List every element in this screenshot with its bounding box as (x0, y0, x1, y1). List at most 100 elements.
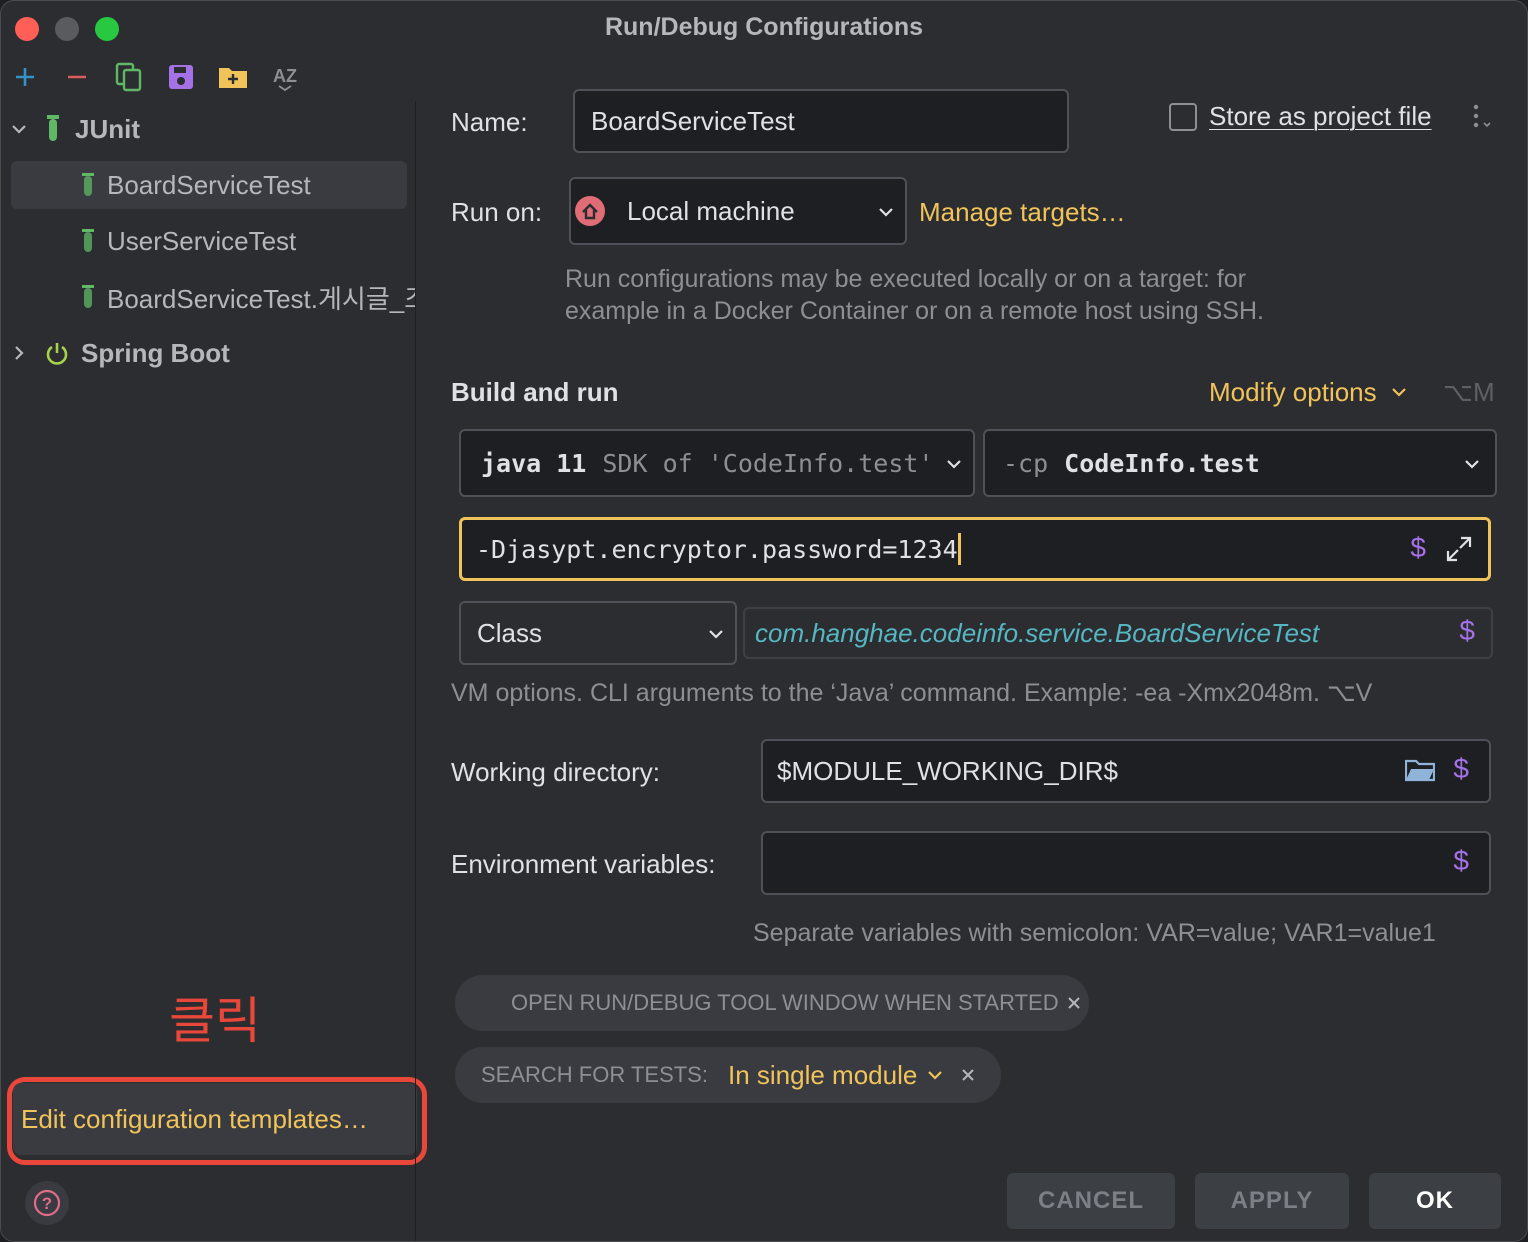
insert-macro-icon[interactable]: $ (1453, 753, 1469, 785)
remove-option-icon[interactable] (1067, 996, 1081, 1010)
text-cursor (957, 533, 961, 565)
chevron-down-icon (945, 455, 963, 473)
name-input[interactable]: BoardServiceTest (573, 89, 1069, 153)
configuration-tree: JUnit BoardServiceTest UserServiceTest B… (1, 101, 427, 1241)
insert-macro-icon[interactable]: $ (1410, 532, 1426, 564)
classpath-module-value: CodeInfo.test (1064, 448, 1260, 478)
config-toolbar: AZ (1, 57, 415, 101)
run-debug-dialog: Run/Debug Configurations AZ JUnit BoardS… (0, 0, 1528, 1242)
chip-label: OPEN RUN/DEBUG TOOL WINDOW WHEN STARTED (511, 990, 1059, 1015)
new-folder-button[interactable] (215, 59, 251, 95)
tree-item-userservicetest[interactable]: UserServiceTest (1, 217, 415, 265)
new-folder-icon (219, 68, 247, 88)
test-kind-value: Class (477, 617, 543, 648)
add-configuration-button[interactable] (7, 59, 43, 95)
vm-options-input[interactable]: -Djasypt.encryptor.password=1234 $ (459, 517, 1491, 581)
environment-variables-label: Environment variables: (451, 849, 716, 879)
title-bar: Run/Debug Configurations (1, 1, 1527, 57)
chevron-right-icon[interactable] (9, 343, 29, 363)
vm-options-value: -Djasypt.encryptor.password=1234 (476, 534, 958, 564)
vm-options-hint: VM options. CLI arguments to the ‘Java’ … (451, 679, 1373, 707)
folder-icon[interactable] (1405, 757, 1435, 783)
environment-variables-input[interactable]: $ (761, 831, 1491, 895)
manage-targets-link[interactable]: Manage targets… (919, 197, 1126, 228)
remove-option-icon[interactable] (961, 1068, 975, 1082)
cancel-button[interactable]: CANCEL (1007, 1173, 1175, 1229)
remove-configuration-button[interactable] (59, 59, 95, 95)
annotation-click: 클릭 (169, 993, 261, 1049)
insert-macro-icon[interactable]: $ (1459, 615, 1475, 647)
tree-group-junit[interactable]: JUnit (1, 105, 415, 153)
tree-item-label: BoardServiceTest (107, 169, 311, 200)
chevron-down-icon (877, 203, 895, 221)
junit-icon (45, 114, 61, 144)
tree-group-label: JUnit (75, 113, 140, 144)
sort-button[interactable]: AZ (267, 59, 303, 95)
sidebar-divider (415, 101, 416, 1241)
chevron-down-icon (1392, 388, 1406, 397)
tree-item-label: BoardServiceTest.게시글_조 (107, 283, 415, 314)
open-tool-window-option-chip[interactable]: OPEN RUN/DEBUG TOOL WINDOW WHEN STARTED (455, 975, 1089, 1031)
window-title: Run/Debug Configurations (604, 13, 924, 41)
jre-select-value: java 11 (481, 448, 587, 478)
home-icon (575, 196, 605, 226)
classpath-module-select[interactable]: -cp CodeInfo.test (983, 429, 1497, 497)
working-directory-label: Working directory: (451, 757, 661, 787)
store-as-project-file-label[interactable]: Store as project file (1209, 101, 1432, 132)
help-button[interactable]: ? (25, 1181, 69, 1225)
copy-configuration-button[interactable] (111, 59, 147, 95)
copy-icon (115, 62, 142, 92)
run-on-hint-line-2: example in a Docker Container or on a re… (565, 297, 1264, 325)
more-options-icon (1473, 104, 1491, 128)
name-label: Name: (451, 107, 528, 137)
add-icon (16, 68, 34, 86)
chevron-down-icon (707, 625, 725, 643)
working-directory-value: $MODULE_WORKING_DIR$ (777, 755, 1118, 786)
environment-variables-hint: Separate variables with semicolon: VAR=v… (753, 919, 1436, 947)
edit-configuration-templates-link[interactable]: Edit configuration templates… (13, 1083, 417, 1155)
tree-item-label: UserServiceTest (107, 225, 297, 256)
svg-text:?: ? (42, 1194, 52, 1213)
name-input-value: BoardServiceTest (591, 105, 795, 136)
build-and-run-heading: Build and run (451, 377, 619, 407)
run-on-hint-line-1: Run configurations may be executed local… (565, 265, 1246, 293)
save-configuration-button[interactable] (163, 59, 199, 95)
remove-icon (68, 75, 86, 79)
modify-options-shortcut: ⌥M (1443, 377, 1495, 407)
tree-group-label: Spring Boot (81, 337, 230, 368)
run-on-select[interactable]: Local machine (569, 177, 907, 245)
jre-select[interactable]: java 11 SDK of 'CodeInfo.test' (459, 429, 975, 497)
working-directory-input[interactable]: $MODULE_WORKING_DIR$ $ (761, 739, 1491, 803)
jre-select-detail: SDK of 'CodeInfo.test' (602, 448, 933, 478)
settings-dropdown-button[interactable] (1471, 103, 1495, 136)
search-for-tests-value[interactable]: In single module (728, 1060, 917, 1091)
classpath-prefix: -cp (1003, 448, 1049, 478)
test-tube-icon (81, 228, 95, 254)
chevron-down-icon (928, 1071, 943, 1080)
modify-options-label: Modify options (1209, 377, 1377, 407)
store-as-project-file-checkbox[interactable] (1169, 103, 1197, 131)
chip-label: SEARCH FOR TESTS: (481, 1062, 708, 1087)
tree-item-boardservicetest-method[interactable]: BoardServiceTest.게시글_조 (1, 273, 415, 321)
expand-icon[interactable] (1446, 536, 1472, 562)
apply-button[interactable]: APPLY (1195, 1173, 1349, 1229)
search-for-tests-option-chip[interactable]: SEARCH FOR TESTS: In single module (455, 1047, 1001, 1103)
insert-macro-icon[interactable]: $ (1453, 845, 1469, 877)
run-on-label: Run on: (451, 197, 543, 227)
modify-options-link[interactable]: Modify options (1209, 377, 1408, 408)
test-class-value: com.hanghae.codeinfo.service.BoardServic… (755, 617, 1320, 648)
test-kind-select[interactable]: Class (459, 601, 737, 665)
chevron-down-icon (1463, 455, 1481, 473)
svg-text:AZ: AZ (273, 66, 297, 86)
tree-group-spring-boot[interactable]: Spring Boot (1, 329, 415, 377)
save-icon (169, 65, 193, 89)
help-icon: ? (33, 1189, 61, 1217)
chevron-down-icon[interactable] (9, 119, 29, 139)
test-tube-icon (81, 172, 95, 198)
run-on-value: Local machine (627, 195, 795, 226)
sort-alpha-icon: AZ (273, 66, 297, 92)
test-tube-icon (81, 284, 95, 310)
ok-button[interactable]: OK (1369, 1173, 1501, 1229)
tree-item-boardservicetest[interactable]: BoardServiceTest (11, 161, 407, 209)
test-class-input[interactable]: com.hanghae.codeinfo.service.BoardServic… (743, 607, 1493, 659)
